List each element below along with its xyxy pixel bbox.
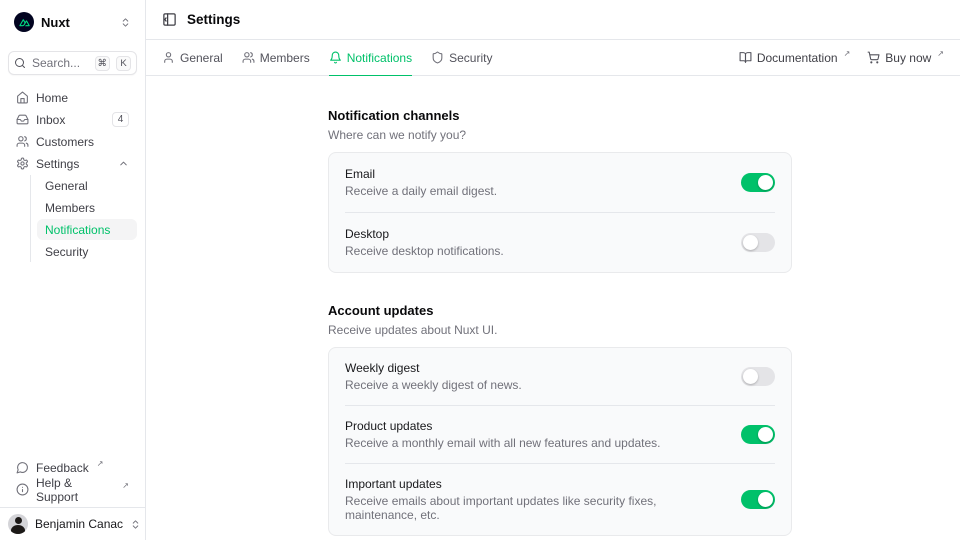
- chat-bubble-icon: [16, 461, 29, 474]
- chevrons-up-down-icon: [120, 17, 131, 28]
- sidebar-item-general[interactable]: General: [37, 175, 137, 196]
- nuxt-logo-icon: [14, 12, 34, 32]
- home-icon: [16, 91, 29, 104]
- tab-general[interactable]: General: [162, 40, 223, 75]
- toggle-knob: [758, 427, 773, 442]
- tab-members[interactable]: Members: [242, 40, 310, 75]
- setting-row-product-updates: Product updates Receive a monthly email …: [345, 405, 775, 463]
- inbox-count-badge: 4: [112, 112, 129, 127]
- buy-now-link[interactable]: Buy now ↗: [867, 51, 944, 65]
- sidebar-item-inbox[interactable]: Inbox 4: [8, 109, 137, 130]
- user-menu[interactable]: Benjamin Canac: [0, 507, 145, 540]
- search-input[interactable]: Search... ⌘ K: [8, 51, 137, 75]
- setting-title: Email: [345, 167, 721, 181]
- gear-icon: [16, 157, 29, 170]
- section-notification-channels: Notification channels Where can we notif…: [328, 108, 792, 273]
- kbd-k: K: [116, 56, 131, 71]
- setting-row-weekly-digest: Weekly digest Receive a weekly digest of…: [345, 348, 775, 405]
- sidebar-item-home[interactable]: Home: [8, 87, 137, 108]
- bell-icon: [329, 51, 342, 64]
- setting-title: Important updates: [345, 477, 721, 491]
- sidebar-item-security[interactable]: Security: [37, 241, 137, 262]
- page-title: Settings: [187, 12, 240, 27]
- section-account-updates: Account updates Receive updates about Nu…: [328, 303, 792, 536]
- user-name: Benjamin Canac: [35, 517, 123, 531]
- sidebar-footer-nav: Feedback ↗ Help & Support ↗: [8, 457, 137, 501]
- sidebar: Nuxt Search... ⌘ K Home: [0, 0, 146, 540]
- settings-content: Notification channels Where can we notif…: [146, 76, 960, 540]
- kbd-meta: ⌘: [95, 56, 111, 71]
- setting-row-important-updates: Important updates Receive emails about i…: [345, 463, 775, 535]
- sidebar-item-help-support[interactable]: Help & Support ↗: [8, 479, 137, 500]
- sidebar-item-customers[interactable]: Customers: [8, 131, 137, 152]
- external-link-icon: ↗: [844, 49, 851, 58]
- toggle-desktop[interactable]: [741, 233, 775, 252]
- setting-row-email: Email Receive a daily email digest.: [345, 153, 775, 212]
- setting-description: Receive emails about important updates l…: [345, 494, 721, 522]
- section-heading: Notification channels: [328, 108, 792, 123]
- info-circle-icon: [16, 483, 29, 496]
- users-icon: [16, 135, 29, 148]
- sidebar-nav: Home Inbox 4 Customers Settings: [8, 87, 137, 263]
- external-link-icon: ↗: [937, 49, 944, 58]
- shield-icon: [431, 51, 444, 64]
- toggle-knob: [743, 235, 758, 250]
- setting-title: Weekly digest: [345, 361, 721, 375]
- setting-description: Receive a daily email digest.: [345, 184, 721, 198]
- app-window: Nuxt Search... ⌘ K Home: [0, 0, 960, 540]
- section-subtitle: Where can we notify you?: [328, 128, 792, 142]
- chevron-up-icon: [118, 158, 129, 169]
- account-updates-card: Weekly digest Receive a weekly digest of…: [328, 347, 792, 536]
- page-header: Settings: [146, 0, 960, 40]
- section-heading: Account updates: [328, 303, 792, 318]
- notification-channels-card: Email Receive a daily email digest. Desk…: [328, 152, 792, 273]
- toggle-product-updates[interactable]: [741, 425, 775, 444]
- sidebar-collapse-icon[interactable]: [162, 12, 177, 27]
- workspace-name: Nuxt: [41, 15, 113, 30]
- search-placeholder: Search...: [32, 56, 89, 70]
- cart-icon: [867, 51, 880, 64]
- setting-description: Receive a monthly email with all new fea…: [345, 436, 721, 450]
- external-link-icon: ↗: [122, 481, 129, 490]
- settings-subnav: General Members Notifications Security: [30, 175, 137, 262]
- sidebar-item-settings[interactable]: Settings: [8, 153, 137, 174]
- toggle-knob: [743, 369, 758, 384]
- inbox-icon: [16, 113, 29, 126]
- setting-description: Receive a weekly digest of news.: [345, 378, 721, 392]
- chevrons-up-down-icon: [130, 519, 141, 530]
- tab-bar: General Members Notifications Security: [146, 40, 960, 76]
- main-panel: Settings General Members Notifications: [146, 0, 960, 540]
- toggle-knob: [758, 175, 773, 190]
- workspace-switcher[interactable]: Nuxt: [8, 8, 137, 36]
- documentation-link[interactable]: Documentation ↗: [739, 51, 850, 65]
- toggle-knob: [758, 492, 773, 507]
- toggle-email[interactable]: [741, 173, 775, 192]
- sidebar-item-notifications[interactable]: Notifications: [37, 219, 137, 240]
- user-icon: [162, 51, 175, 64]
- setting-row-desktop: Desktop Receive desktop notifications.: [345, 212, 775, 272]
- setting-title: Desktop: [345, 227, 721, 241]
- external-link-icon: ↗: [97, 459, 104, 468]
- search-icon: [14, 57, 26, 69]
- users-icon: [242, 51, 255, 64]
- setting-title: Product updates: [345, 419, 721, 433]
- section-subtitle: Receive updates about Nuxt UI.: [328, 323, 792, 337]
- tab-security[interactable]: Security: [431, 40, 492, 75]
- sidebar-item-members[interactable]: Members: [37, 197, 137, 218]
- avatar: [8, 514, 28, 534]
- toggle-weekly-digest[interactable]: [741, 367, 775, 386]
- toggle-important-updates[interactable]: [741, 490, 775, 509]
- setting-description: Receive desktop notifications.: [345, 244, 721, 258]
- book-icon: [739, 51, 752, 64]
- tab-notifications[interactable]: Notifications: [329, 40, 412, 75]
